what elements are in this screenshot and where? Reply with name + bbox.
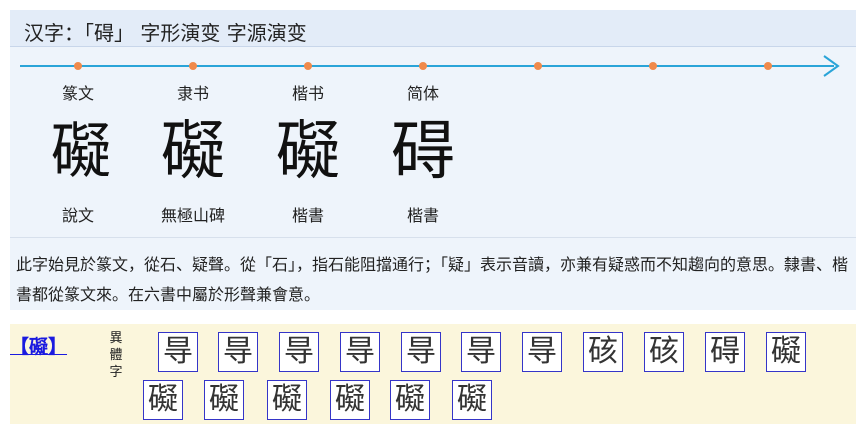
variant-char[interactable]: 礙 [452, 380, 492, 420]
variant-char[interactable]: 㝵 [279, 332, 319, 372]
variant-char[interactable]: 礙 [390, 380, 430, 420]
variant-chars-section: 【礙】 異體字 㝵 㝵 㝵 㝵 㝵 㝵 㝵 硋 硋 碍 礙 礙 礙 礙 礙 礙 … [10, 324, 856, 424]
head-char-link[interactable]: 【礙】 [10, 332, 67, 359]
variant-char[interactable]: 㝵 [401, 332, 441, 372]
variant-char[interactable]: 礙 [267, 380, 307, 420]
variant-char[interactable]: 碍 [705, 332, 745, 372]
variant-char[interactable]: 礙 [330, 380, 370, 420]
timeline-dot [304, 62, 312, 70]
variant-char[interactable]: 㝵 [158, 332, 198, 372]
glyph-regular: 礙 [276, 115, 340, 189]
title-bar: 汉字：「碍」 字形演变 字源演变 [10, 10, 856, 47]
timeline-dot [534, 62, 542, 70]
timeline-dot [189, 62, 197, 70]
variant-label: 異體字 [109, 331, 123, 380]
stage-label-simplified: 简体 [406, 84, 439, 103]
variant-char[interactable]: 㝵 [340, 332, 380, 372]
stage-label-clerical: 隶书 [176, 84, 209, 103]
source-label-simplified: 楷書 [406, 206, 439, 225]
variant-char[interactable]: 硋 [644, 332, 684, 372]
etymology-description: 此字始見於篆文，從石、疑聲。從「石」，指石能阻擋通行；「疑」表示音讀，亦兼有疑惑… [16, 255, 849, 304]
variant-char[interactable]: 㝵 [461, 332, 501, 372]
timeline-dot [74, 62, 82, 70]
glyph-simplified: 碍 [391, 115, 455, 189]
variant-char[interactable]: 硋 [583, 332, 623, 372]
stage-label-regular: 楷书 [291, 84, 324, 103]
evolution-panel: 汉字：「碍」 字形演变 字源演变 篆文 隶书 楷书 简体 礙 礙 礙 碍 說文 … [10, 10, 856, 310]
source-label-regular: 楷書 [291, 206, 324, 225]
timeline [20, 55, 840, 77]
variant-char[interactable]: 礙 [204, 380, 244, 420]
stage-label-seal: 篆文 [61, 84, 94, 103]
variant-char[interactable]: 礙 [766, 332, 806, 372]
source-label-clerical: 無極山碑 [160, 206, 225, 225]
glyph-clerical: 礙 [161, 115, 225, 189]
variant-char[interactable]: 㝵 [218, 332, 258, 372]
variant-char[interactable]: 礙 [143, 380, 183, 420]
page-title: 汉字：「碍」 字形演变 字源演变 [24, 21, 307, 45]
timeline-dot [764, 62, 772, 70]
variant-char[interactable]: 㝵 [522, 332, 562, 372]
glyph-seal: 礙 [51, 117, 111, 187]
timeline-dot [649, 62, 657, 70]
source-label-seal: 說文 [61, 206, 94, 225]
divider [10, 237, 856, 238]
timeline-dot [419, 62, 427, 70]
